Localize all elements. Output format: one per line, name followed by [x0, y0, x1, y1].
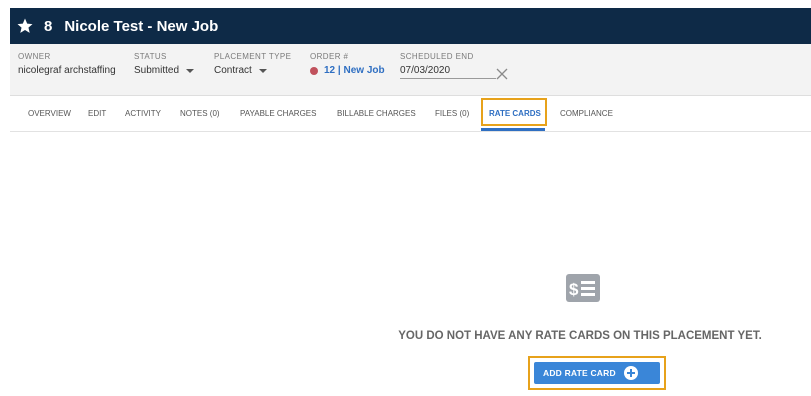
active-tab-indicator — [481, 128, 545, 131]
placement-type-label: PLACEMENT TYPE — [214, 52, 292, 61]
placement-window: 8 Nicole Test - New Job OWNER nicolegraf… — [10, 8, 811, 396]
order-value: 12 | New Job — [310, 65, 385, 76]
status-dropdown[interactable]: Submitted — [134, 65, 195, 76]
order-label: ORDER # — [310, 52, 349, 61]
tab-edit[interactable]: EDIT — [88, 109, 106, 118]
owner-value: nicolegraf archstaffing — [18, 65, 116, 76]
placement-info-bar: OWNER nicolegraf archstaffing STATUS Sub… — [10, 44, 811, 96]
order-status-dot — [310, 66, 318, 75]
owner-field: OWNER nicolegraf archstaffing — [18, 52, 116, 76]
add-rate-card-button[interactable]: ADD RATE CARD — [534, 362, 660, 384]
scheduled-end-value: 07/03/2020 — [400, 65, 451, 76]
owner-name: nicolegraf archstaffing — [18, 65, 116, 76]
add-rate-card-highlight: ADD RATE CARD — [528, 356, 666, 390]
order-field: ORDER # 12 | New Job — [310, 52, 385, 76]
owner-label: OWNER — [18, 52, 51, 61]
status-label: STATUS — [134, 52, 167, 61]
page-title: Nicole Test - New Job — [64, 17, 219, 35]
empty-state-message: YOU DO NOT HAVE ANY RATE CARDS ON THIS P… — [398, 330, 762, 342]
scheduled-end-field: SCHEDULED END 07/03/2020 — [400, 52, 496, 79]
status-value: Submitted — [134, 65, 180, 76]
scheduled-end-input[interactable]: 07/03/2020 — [400, 65, 496, 79]
rate-card-icon: $ — [566, 274, 600, 302]
add-rate-card-label: ADD RATE CARD — [543, 368, 616, 378]
plus-icon — [623, 366, 638, 380]
tab-billable-charges[interactable]: BILLABLE CHARGES — [337, 109, 416, 118]
star-icon[interactable] — [16, 17, 34, 35]
tab-payable-charges[interactable]: PAYABLE CHARGES — [240, 109, 316, 118]
chevron-down-icon — [186, 68, 195, 73]
status-field: STATUS Submitted — [134, 52, 195, 76]
placement-type-field: PLACEMENT TYPE Contract — [214, 52, 291, 76]
order-link[interactable]: 12 | New Job — [324, 65, 385, 76]
tab-compliance[interactable]: COMPLIANCE — [560, 109, 613, 118]
tab-overview[interactable]: OVERVIEW — [28, 109, 71, 118]
scheduled-end-label: SCHEDULED END — [400, 52, 474, 61]
placement-type-value: Contract — [214, 65, 252, 76]
job-id: 8 — [44, 17, 53, 35]
tab-rate-cards[interactable]: RATE CARDS — [489, 109, 541, 118]
tab-notes[interactable]: NOTES (0) — [180, 109, 220, 118]
placement-type-dropdown[interactable]: Contract — [214, 65, 291, 76]
title-bar: 8 Nicole Test - New Job — [10, 8, 811, 44]
tab-activity[interactable]: ACTIVITY — [125, 109, 161, 118]
chevron-down-icon — [258, 68, 267, 73]
close-icon[interactable] — [496, 68, 508, 80]
tab-bar: OVERVIEW EDIT ACTIVITY NOTES (0) PAYABLE… — [10, 96, 811, 132]
tab-files[interactable]: FILES (0) — [435, 109, 469, 118]
svg-text:$: $ — [569, 280, 579, 299]
